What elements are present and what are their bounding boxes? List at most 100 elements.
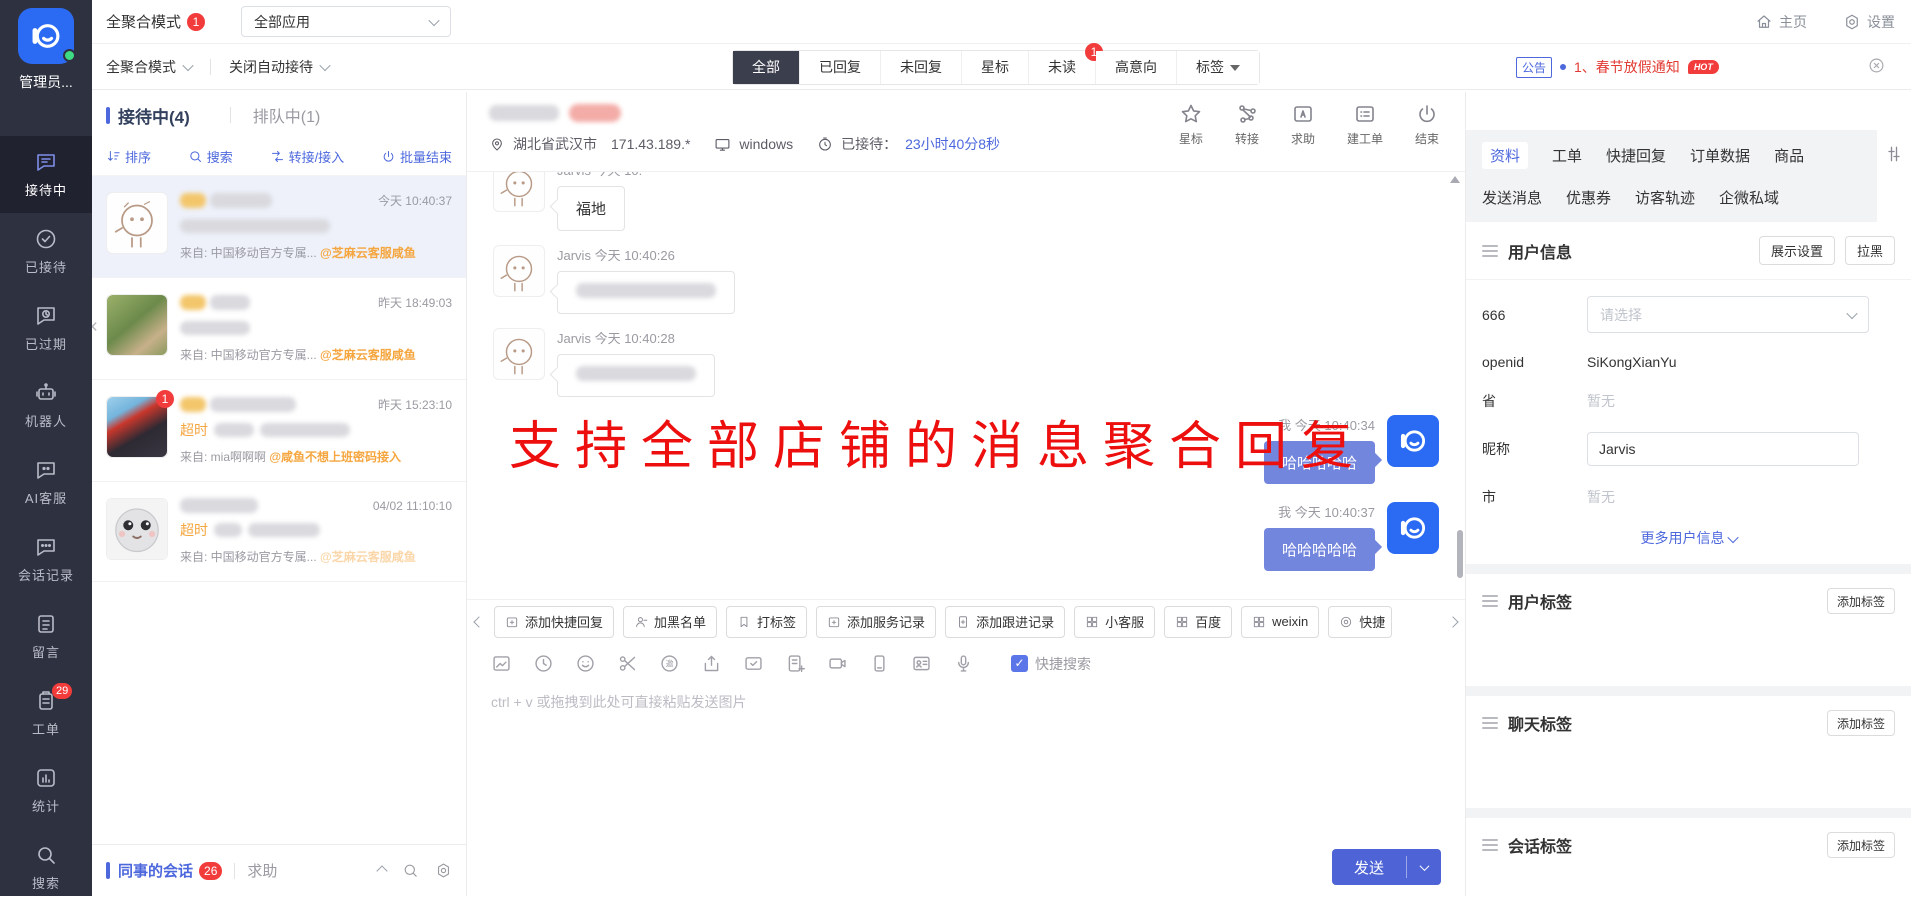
scroll-left-icon[interactable] [473,613,485,631]
tab-receiving-count[interactable]: 接待中(4) [118,103,190,128]
tab-starred[interactable]: 星标 [962,51,1029,84]
tab-products[interactable]: 商品 [1774,145,1804,166]
checkbox-checked-icon[interactable]: ✓ [1011,655,1028,672]
batch-end-button[interactable]: 批量结束 [381,147,452,166]
tab-wecom-private[interactable]: 企微私域 [1719,187,1779,208]
panel-settings-icon[interactable] [1884,144,1904,167]
drag-handle-icon[interactable] [1482,717,1498,729]
scrollbar-thumb[interactable] [1457,530,1463,578]
mode-select[interactable]: 全聚合模式 [106,57,176,77]
auto-reception-select[interactable]: 关闭自动接待 [229,57,313,77]
end-session-button[interactable]: 结束 [1415,102,1439,147]
home-link[interactable]: 主页 [1755,12,1807,32]
tab-coupons[interactable]: 优惠券 [1566,187,1611,208]
more-user-info-link[interactable]: 更多用户信息 [1482,528,1895,548]
sidebar-item-statistics[interactable]: 统计 [0,752,92,829]
mic-icon[interactable] [953,653,974,674]
search-icon[interactable] [402,862,419,879]
image-icon[interactable] [491,653,512,674]
video-icon[interactable] [827,653,848,674]
tab-queue-count[interactable]: 排队中(1) [253,103,321,127]
add-user-tag-button[interactable]: 添加标签 [1827,588,1895,614]
baidu-button[interactable]: 百度 [1164,606,1232,638]
tab-all[interactable]: 全部 [733,51,800,84]
blacklist-button[interactable]: 加黑名单 [623,606,717,638]
conversation-item-3[interactable]: 1 昨天 15:23:10 超时 [92,380,466,482]
mini-service-button[interactable]: 小客服 [1074,606,1155,638]
add-service-record-button[interactable]: 添加服务记录 [816,606,936,638]
message-history[interactable]: Jarvis 今天 10: 福地 Jarvis [467,172,1465,599]
sidebar-item-expired[interactable]: 已过期 [0,290,92,367]
invite-icon[interactable]: 邀 [659,653,680,674]
tab-unreplied[interactable]: 未回复 [881,51,962,84]
tag-button[interactable]: 打标签 [726,606,807,638]
sidebar-item-messages[interactable]: 留言 [0,598,92,675]
transfer-button[interactable]: 转接/接入 [270,147,345,166]
scroll-up-icon[interactable] [1450,176,1460,183]
custom-field-select[interactable]: 请选择 [1587,296,1869,333]
announcement[interactable]: 公告 1、春节放假通知 HOT [1516,44,1719,90]
tab-unread[interactable]: 未读 1 [1029,51,1096,84]
scroll-right-icon[interactable] [1447,613,1459,631]
sort-button[interactable]: 排序 [106,147,151,166]
tab-profile[interactable]: 资料 [1482,142,1528,169]
tab-replied[interactable]: 已回复 [800,51,881,84]
nickname-input[interactable] [1587,432,1859,466]
drag-handle-icon[interactable] [1482,839,1498,851]
tab-high-intent[interactable]: 高意向 [1096,51,1177,84]
scissors-icon[interactable] [617,653,638,674]
cat-avatar [107,499,167,559]
add-followup-record-button[interactable]: 添加跟进记录 [945,606,1065,638]
sidebar-item-session-records[interactable]: 会话记录 [0,521,92,598]
quick-button[interactable]: 快捷 [1328,606,1392,638]
drag-handle-icon[interactable] [1482,595,1498,607]
emoji-icon[interactable] [575,653,596,674]
app-filter-select[interactable]: 全部应用 [241,6,451,37]
sidebar-item-search[interactable]: 搜索 [0,829,92,906]
colleague-sessions-link[interactable]: 同事的会话 [118,860,193,881]
conversation-item-2[interactable]: ✕ 昨天 18:49:03 来自: 中国移动官方专属... [92,278,466,380]
add-session-tag-button[interactable]: 添加标签 [1827,832,1895,858]
display-settings-button[interactable]: 展示设置 [1759,236,1835,265]
conversation-item-4[interactable]: 04/02 11:10:10 超时 来自: 中国移动官方专属... @芝麻云客服… [92,482,466,582]
share-icon[interactable] [701,653,722,674]
send-button[interactable]: 发送 [1332,849,1441,885]
help-button[interactable]: 求助 [1291,102,1315,147]
announcement-close-icon[interactable] [1868,57,1885,77]
phone-card-icon[interactable] [869,653,890,674]
add-quick-reply-button[interactable]: 添加快捷回复 [494,606,614,638]
sidebar-item-robot[interactable]: 机器人 [0,367,92,444]
tab-labels[interactable]: 标签 [1177,51,1259,84]
settings-link[interactable]: 设置 [1843,12,1895,32]
collapse-icon[interactable] [376,865,387,876]
sidebar-item-served[interactable]: 已接待 [0,213,92,290]
tab-send-message[interactable]: 发送消息 [1482,187,1542,208]
transfer-button[interactable]: 转接 [1235,102,1259,147]
contact-card-icon[interactable] [911,653,932,674]
sidebar-item-ai-service[interactable]: AI客服 [0,444,92,521]
message-input-area[interactable]: 邀 ✓ 快捷搜索 ctrl + v 或拖拽到此处可直接粘贴发送图片 发送 [467,643,1465,902]
sidebar-item-receiving[interactable]: 接待中 [0,136,92,213]
tab-order-data[interactable]: 订单数据 [1690,145,1750,166]
gear-icon[interactable] [435,862,452,879]
tab-visitor-track[interactable]: 访客轨迹 [1635,187,1695,208]
input-placeholder[interactable]: ctrl + v 或拖拽到此处可直接粘贴发送图片 [491,692,1465,712]
block-button[interactable]: 拉黑 [1845,236,1895,265]
create-work-order-button[interactable]: 建工单 [1347,102,1383,147]
search-button[interactable]: 搜索 [188,147,233,166]
send-options-caret[interactable] [1407,849,1441,885]
history-icon[interactable] [533,653,554,674]
tab-work-order[interactable]: 工单 [1552,145,1582,166]
star-button[interactable]: 星标 [1179,102,1203,147]
note-add-icon[interactable] [785,653,806,674]
sidebar-item-work-orders[interactable]: 29 工单 [0,675,92,752]
conversation-item-1[interactable]: 今天 10:40:37 来自: 中国移动官方专属... @芝麻云客服咸鱼 [92,176,466,278]
quick-search-toggle[interactable]: ✓ 快捷搜索 [1011,654,1091,674]
weixin-button[interactable]: weixin [1241,606,1319,638]
help-link[interactable]: 求助 [247,860,277,881]
message-meta-clipped: Jarvis 今天 10: [557,172,642,179]
add-chat-tag-button[interactable]: 添加标签 [1827,710,1895,736]
mail-check-icon[interactable] [743,653,764,674]
tab-quick-reply[interactable]: 快捷回复 [1606,145,1666,166]
drag-handle-icon[interactable] [1482,245,1498,257]
